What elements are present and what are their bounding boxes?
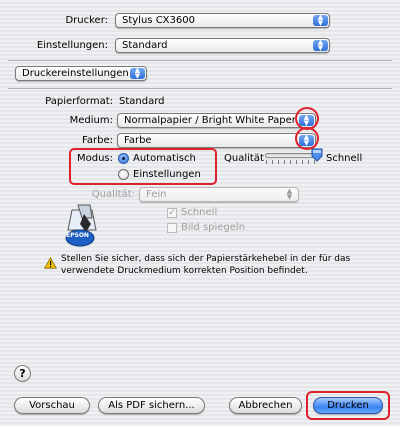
mode-auto-label[interactable]: Automatisch	[133, 153, 196, 164]
mirror-checkbox-label: Bild spiegeln	[181, 222, 246, 233]
quality-slider-label: Qualität	[224, 153, 264, 164]
save-pdf-button[interactable]: Als PDF sichern...	[98, 397, 205, 414]
cancel-button[interactable]: Abbrechen	[229, 397, 302, 414]
popup-arrows-icon: ▲ ▼	[286, 187, 293, 201]
mirror-checkbox[interactable]	[167, 223, 177, 233]
quality-select[interactable]: Fein ▲ ▼	[139, 187, 299, 202]
color-select[interactable]: Farbe ▲ ▼	[117, 133, 316, 148]
medium-value: Normalpapier / Bright White Paper	[124, 115, 296, 126]
mode-auto-radio[interactable]	[118, 153, 129, 164]
printer-select[interactable]: Stylus CX3600 ▲ ▼	[115, 13, 330, 28]
popup-arrows-icon: ▲ ▼	[313, 14, 328, 26]
medium-select[interactable]: Normalpapier / Bright White Paper ▲ ▼	[117, 113, 316, 128]
settings-select[interactable]: Standard ▲ ▼	[115, 38, 330, 53]
popup-arrows-icon: ▲ ▼	[130, 67, 145, 79]
settings-label: Einstellungen:	[36, 40, 108, 51]
mode-label: Modus:	[76, 153, 113, 164]
warning-icon	[44, 257, 57, 269]
slider-ticks	[266, 160, 317, 164]
slider-thumb-icon[interactable]	[311, 148, 323, 162]
popup-arrows-icon: ▲ ▼	[313, 39, 328, 51]
panel-select[interactable]: Druckereinstellungen ▲ ▼	[15, 66, 147, 81]
mode-settings-label[interactable]: Einstellungen	[133, 169, 201, 180]
preview-button[interactable]: Vorschau	[14, 397, 90, 414]
epson-printer-logo	[65, 204, 97, 247]
fast-checkbox[interactable]: ✓	[167, 208, 177, 218]
quality-value: Fein	[146, 189, 167, 200]
fast-checkbox-label: Schnell	[181, 207, 218, 218]
color-label: Farbe:	[82, 135, 113, 146]
quality-slider-end-label: Schnell	[326, 153, 363, 164]
printer-value: Stylus CX3600	[122, 15, 195, 26]
highlight-circle	[295, 127, 319, 150]
panel-value: Druckereinstellungen	[22, 68, 129, 79]
paper-format-label: Papierformat:	[45, 96, 113, 107]
print-highlight-box	[306, 391, 390, 420]
paper-format-value: Standard	[119, 96, 165, 107]
separator	[8, 88, 392, 89]
printer-label: Drucker:	[65, 15, 108, 26]
mode-settings-radio[interactable]	[118, 169, 129, 180]
epson-logo-text: EPSON	[66, 232, 89, 239]
warning-text: Stellen Sie sicher, dass sich der Papier…	[61, 254, 351, 276]
color-value: Farbe	[124, 135, 152, 146]
help-button[interactable]: ?	[14, 365, 31, 382]
medium-label: Medium:	[69, 115, 113, 126]
quality-slider-track[interactable]	[265, 153, 317, 158]
quality-popup-label: Qualität:	[91, 189, 135, 200]
settings-value: Standard	[122, 40, 168, 51]
separator	[8, 60, 392, 61]
